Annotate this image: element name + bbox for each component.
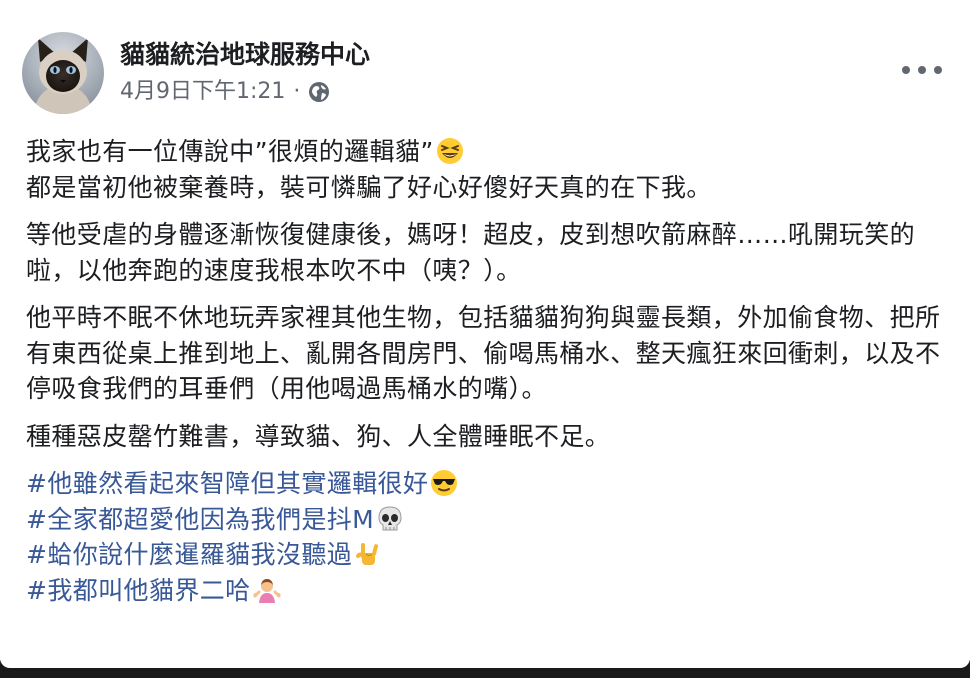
hashtag-link[interactable]: #蛤你說什麼暹羅貓我沒聽過 bbox=[26, 537, 956, 573]
sign-of-horns-emoji bbox=[354, 540, 382, 568]
paragraph-1-line-2: 都是當初他被棄養時，裝可憐騙了好心好傻好天真的在下我。 bbox=[26, 172, 712, 202]
page-name[interactable]: 貓貓統治地球服務中心 bbox=[120, 38, 370, 72]
paragraph-3: 他平時不眠不休地玩弄家裡其他生物，包括貓貓狗狗與靈長類，外加偷食物、把所有東西從… bbox=[26, 303, 941, 403]
hashtag-text[interactable]: #他雖然看起來智障但其實邏輯很好 bbox=[26, 469, 428, 498]
grinning-squinting-face-emoji bbox=[436, 137, 464, 165]
paragraph-4: 種種惡皮罄竹難書，導致貓、狗、人全體睡眠不足。 bbox=[26, 421, 611, 451]
hashtag-text[interactable]: #蛤你說什麼暹羅貓我沒聽過 bbox=[26, 540, 352, 569]
hashtag-text[interactable]: #全家都超愛他因為我們是抖M bbox=[26, 505, 374, 534]
facebook-post: 貓貓統治地球服務中心 4月9日下午1:21 · 我家也有一位傳說中”很煩的邏輯貓… bbox=[0, 0, 970, 668]
paragraph-1-line-1: 我家也有一位傳說中”很煩的邏輯貓” bbox=[26, 137, 434, 166]
hashtag-list: #他雖然看起來智障但其實邏輯很好 #全家都超愛他因為我們是抖M #蛤你說什麼暹羅… bbox=[26, 466, 956, 608]
post-meta: 4月9日下午1:21 · bbox=[120, 76, 370, 108]
meta-separator: · bbox=[293, 79, 301, 104]
hashtag-link[interactable]: #他雖然看起來智障但其實邏輯很好 bbox=[26, 466, 956, 502]
sunglasses-face-emoji bbox=[430, 469, 458, 497]
skull-emoji bbox=[376, 505, 404, 533]
page-avatar[interactable] bbox=[22, 32, 104, 114]
post-body: 我家也有一位傳說中”很煩的邏輯貓” 都是當初他被棄養時，裝可憐騙了好心好傻好天真… bbox=[26, 134, 956, 608]
more-options-icon[interactable] bbox=[902, 62, 942, 78]
hashtag-link[interactable]: #全家都超愛他因為我們是抖M bbox=[26, 502, 956, 538]
post-header: 貓貓統治地球服務中心 4月9日下午1:21 · bbox=[22, 30, 370, 116]
post-timestamp[interactable]: 4月9日下午1:21 bbox=[120, 76, 285, 108]
paragraph-1: 我家也有一位傳說中”很煩的邏輯貓” 都是當初他被棄養時，裝可憐騙了好心好傻好天真… bbox=[26, 134, 956, 205]
paragraph-2: 等他受虐的身體逐漸恢復健康後，媽呀！超皮，皮到想吹箭麻醉……吼開玩笑的啦，以他奔… bbox=[26, 220, 916, 285]
person-shrugging-emoji bbox=[253, 576, 281, 604]
hashtag-text[interactable]: #我都叫他貓界二哈 bbox=[26, 576, 251, 605]
hashtag-link[interactable]: #我都叫他貓界二哈 bbox=[26, 573, 956, 609]
siamese-cat-avatar-image bbox=[22, 32, 104, 114]
globe-icon[interactable] bbox=[308, 81, 330, 103]
